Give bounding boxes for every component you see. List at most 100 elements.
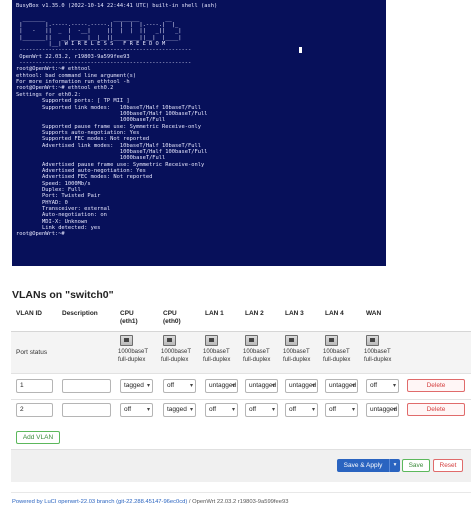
header-wan: WAN	[366, 310, 382, 317]
terminal-window[interactable]: BusyBox v1.35.0 (2022-10-14 22:44:41 UTC…	[12, 0, 386, 266]
ethernet-port-icon	[366, 335, 379, 346]
header-cpu-eth1-line1: CPU	[120, 310, 134, 317]
select-lan4[interactable]: untagged ▾	[325, 379, 358, 393]
port-duplex: full-duplex	[161, 357, 189, 363]
port-speed: 100baseT	[203, 349, 230, 355]
select-value: off	[289, 406, 297, 413]
select-value: tagged	[167, 406, 187, 413]
chevron-down-icon: ▾	[351, 383, 355, 389]
select-value: off	[124, 406, 132, 413]
select-cpu-eth0[interactable]: off ▾	[163, 379, 196, 393]
port-status-lan2: 100baseT full-duplex	[243, 335, 285, 364]
header-vlan-id: VLAN ID	[16, 310, 42, 317]
select-cpu-eth0[interactable]: tagged ▾	[163, 403, 196, 417]
port-speed: 100baseT	[364, 349, 391, 355]
header-lan4: LAN 4	[325, 310, 344, 317]
row-divider	[11, 399, 471, 400]
select-lan4[interactable]: off ▾	[325, 403, 358, 417]
port-speed: 100baseT	[243, 349, 270, 355]
chevron-down-icon: ▾	[392, 383, 396, 389]
port-duplex: full-duplex	[364, 357, 392, 363]
select-cpu-eth1[interactable]: tagged ▾	[120, 379, 153, 393]
select-wan[interactable]: untagged ▾	[366, 403, 399, 417]
header-cpu-eth0-line1: CPU	[163, 310, 177, 317]
vlan-description-input[interactable]	[62, 403, 111, 417]
terminal-cursor	[299, 47, 302, 53]
footer: Powered by LuCI openwrt-22.03 branch (gi…	[12, 499, 288, 505]
ethernet-port-icon	[205, 335, 218, 346]
port-status-cpu-eth0: 1000baseT full-duplex	[161, 335, 203, 364]
reset-button[interactable]: Reset	[433, 459, 463, 472]
select-lan2[interactable]: untagged ▾	[245, 379, 278, 393]
add-vlan-button[interactable]: Add VLAN	[16, 431, 60, 444]
chevron-down-icon: ▾	[311, 383, 315, 389]
luci-link[interactable]: Powered by LuCI openwrt-22.03 branch (gi…	[12, 499, 187, 505]
port-status-cpu-eth1: 1000baseT full-duplex	[118, 335, 160, 364]
port-status-wan: 100baseT full-duplex	[364, 335, 406, 364]
header-cpu-eth0-line2: (eth0)	[163, 318, 181, 325]
header-description: Description	[62, 310, 98, 317]
select-value: off	[249, 406, 257, 413]
footer-divider	[11, 492, 471, 493]
header-lan3: LAN 3	[285, 310, 304, 317]
header-lan1: LAN 1	[205, 310, 224, 317]
chevron-down-icon: ▾	[146, 407, 150, 413]
ethernet-port-icon	[285, 335, 298, 346]
vlan-section-title: VLANs on "switch0"	[12, 289, 114, 301]
select-value: off	[167, 382, 175, 389]
chevron-down-icon: ▾	[392, 407, 396, 413]
port-speed: 100baseT	[323, 349, 350, 355]
chevron-down-icon: ▾	[189, 383, 193, 389]
header-lan2: LAN 2	[245, 310, 264, 317]
delete-vlan-button[interactable]: Delete	[407, 379, 465, 392]
save-button[interactable]: Save	[402, 459, 430, 472]
select-lan2[interactable]: off ▾	[245, 403, 278, 417]
ethernet-port-icon	[163, 335, 176, 346]
port-status-lan4: 100baseT full-duplex	[323, 335, 365, 364]
select-value: off	[370, 382, 378, 389]
chevron-down-icon: ▾	[189, 407, 193, 413]
ethernet-port-icon	[120, 335, 133, 346]
select-wan[interactable]: off ▾	[366, 379, 399, 393]
select-lan1[interactable]: untagged ▾	[205, 379, 238, 393]
port-speed: 100baseT	[283, 349, 310, 355]
header-cpu-eth0: CPU (eth0)	[163, 310, 181, 326]
header-cpu-eth1: CPU (eth1)	[120, 310, 138, 326]
port-speed: 1000baseT	[118, 349, 149, 355]
select-lan1[interactable]: off ▾	[205, 403, 238, 417]
header-cpu-eth1-line2: (eth1)	[120, 318, 138, 325]
port-status-lan1: 100baseT full-duplex	[203, 335, 245, 364]
port-duplex: full-duplex	[323, 357, 351, 363]
chevron-down-icon: ▾	[146, 383, 150, 389]
select-lan3[interactable]: off ▾	[285, 403, 318, 417]
select-lan3[interactable]: untagged ▾	[285, 379, 318, 393]
delete-vlan-button[interactable]: Delete	[407, 403, 465, 416]
chevron-down-icon: ▾	[393, 462, 397, 468]
chevron-down-icon: ▾	[271, 407, 275, 413]
port-duplex: full-duplex	[243, 357, 271, 363]
port-status-lan3: 100baseT full-duplex	[283, 335, 325, 364]
ethernet-port-icon	[325, 335, 338, 346]
vlan-description-input[interactable]	[62, 379, 111, 393]
chevron-down-icon: ▾	[231, 383, 235, 389]
chevron-down-icon: ▾	[311, 407, 315, 413]
select-cpu-eth1[interactable]: off ▾	[120, 403, 153, 417]
chevron-down-icon: ▾	[231, 407, 235, 413]
vlan-id-input[interactable]: 2	[16, 403, 53, 417]
vlan-table: VLAN ID Description CPU (eth1) CPU (eth0…	[11, 304, 471, 448]
vlan-id-input[interactable]: 1	[16, 379, 53, 393]
port-duplex: full-duplex	[283, 357, 311, 363]
port-duplex: full-duplex	[203, 357, 231, 363]
row-divider	[11, 373, 471, 374]
footer-version: OpenWrt 22.03.2 r19803-9a599fee93	[192, 499, 289, 505]
select-value: off	[329, 406, 337, 413]
port-duplex: full-duplex	[118, 357, 146, 363]
select-value: tagged	[124, 382, 144, 389]
save-apply-button[interactable]: Save & Apply	[337, 459, 389, 472]
port-status-label: Port status	[16, 349, 48, 356]
action-bar: Save & Apply ▾ Save Reset	[11, 449, 471, 482]
chevron-down-icon: ▾	[351, 407, 355, 413]
chevron-down-icon: ▾	[271, 383, 275, 389]
save-apply-dropdown-button[interactable]: ▾	[389, 459, 400, 472]
port-speed: 1000baseT	[161, 349, 192, 355]
